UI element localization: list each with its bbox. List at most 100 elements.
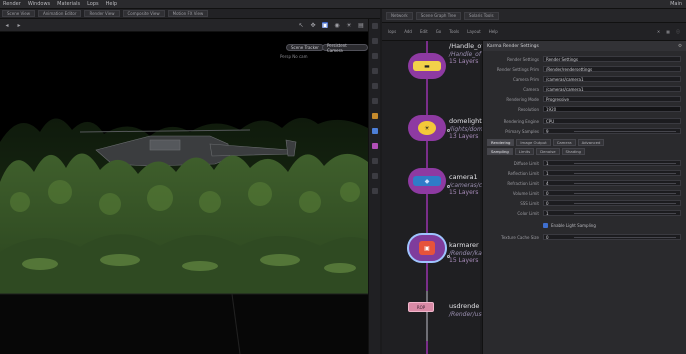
node-graph[interactable]: ▬ /Handle_of_z /Handle_of 15 Layers ☀ do… bbox=[382, 41, 496, 354]
param-slider[interactable]: 9 bbox=[543, 128, 681, 134]
grid-toggle-icon[interactable] bbox=[371, 83, 378, 89]
select-icon[interactable]: ↖ bbox=[298, 22, 304, 29]
param-slider[interactable]: 4 bbox=[543, 180, 681, 186]
display-options-icon[interactable] bbox=[371, 23, 378, 29]
camera-icon[interactable]: ◉ bbox=[334, 22, 340, 29]
param-row: Rendering Engine CPU bbox=[483, 117, 686, 125]
param-row: Camera Prim /cameras/camera1 bbox=[483, 75, 686, 83]
menu-help[interactable]: Help bbox=[106, 1, 117, 7]
node-wire-output bbox=[426, 291, 428, 341]
tab-scene-view[interactable]: Scene View bbox=[2, 10, 35, 17]
tab-advanced[interactable]: Advanced bbox=[577, 139, 605, 146]
node-domelight-name: domelight bbox=[449, 117, 482, 125]
tab-shading[interactable]: Shading bbox=[561, 148, 585, 155]
param-slider[interactable]: 0 bbox=[543, 234, 681, 240]
menu-render[interactable]: Render bbox=[3, 1, 21, 7]
param-field[interactable]: CPU bbox=[543, 118, 681, 124]
overlay-icon[interactable] bbox=[371, 188, 378, 194]
param-row: Color Limit 1 bbox=[483, 209, 686, 217]
shading-icon[interactable] bbox=[371, 38, 378, 44]
enable-light-sampling-checkbox[interactable] bbox=[543, 222, 548, 228]
menu-lops[interactable]: Lops bbox=[87, 1, 99, 7]
param-label: Rendering Mode bbox=[506, 96, 539, 102]
menu-help-network[interactable]: Help bbox=[489, 29, 498, 34]
param-field[interactable]: 1920 bbox=[543, 106, 681, 112]
scene-tracker-chip[interactable]: Scene Tracker bbox=[286, 44, 324, 51]
viewport-side-toolbar bbox=[368, 19, 380, 354]
transform-icon[interactable]: ✥ bbox=[310, 22, 316, 29]
menu-go[interactable]: Go bbox=[436, 29, 442, 34]
light-icon: ☀ bbox=[418, 121, 436, 135]
forward-arrow-icon[interactable]: ▸ bbox=[16, 22, 22, 29]
param-row: Diffuse Limit 1 bbox=[483, 159, 686, 167]
param-row: Texture Cache Size 0 bbox=[483, 233, 686, 241]
flipbook-icon[interactable] bbox=[371, 173, 378, 179]
gear-icon[interactable]: ⚙ bbox=[678, 44, 682, 49]
jungle-helicopter-render bbox=[0, 32, 368, 354]
param-dropdown[interactable]: Progressive bbox=[543, 96, 681, 102]
tab-sampling[interactable]: Sampling bbox=[487, 148, 513, 155]
menu-layout[interactable]: Layout bbox=[467, 29, 481, 34]
node-usd-context: /Render/usd bbox=[449, 310, 486, 318]
usd-node-badge: ROP bbox=[416, 304, 426, 310]
node-handle[interactable]: ▬ bbox=[408, 53, 446, 79]
param-field[interactable]: /cameras/camera1 bbox=[543, 86, 681, 92]
menu-edit[interactable]: Edit bbox=[420, 29, 428, 34]
tab-scene-graph-tree[interactable]: Scene Graph Tree bbox=[415, 11, 462, 20]
light-toggle-icon[interactable] bbox=[371, 113, 378, 119]
tab-animation-editor[interactable]: Animation Editor bbox=[37, 10, 82, 17]
param-label: SSS Limit bbox=[520, 200, 539, 206]
render-icon: ▣ bbox=[419, 241, 435, 255]
desktop-selector[interactable]: Main bbox=[670, 1, 682, 7]
scene-viewport[interactable]: Scene Tracker Persistent Camera Persp No… bbox=[0, 32, 368, 354]
tab-network[interactable]: Network bbox=[386, 11, 413, 20]
tab-denoise[interactable]: Denoise bbox=[536, 148, 560, 155]
param-slider[interactable]: 0 bbox=[543, 190, 681, 196]
info-icon[interactable]: ⓘ bbox=[676, 29, 680, 35]
param-label: Rendering Engine bbox=[503, 118, 539, 124]
light-icon[interactable]: ☀ bbox=[346, 22, 352, 29]
tab-composite-view[interactable]: Composite View bbox=[122, 10, 165, 17]
ghost-icon[interactable] bbox=[371, 68, 378, 74]
tab-rendering[interactable]: Rendering bbox=[487, 139, 515, 146]
param-row: Camera /cameras/camera1 bbox=[483, 85, 686, 93]
param-field[interactable]: /Render/rendersettings bbox=[543, 66, 681, 72]
node-camera1[interactable]: ◆ bbox=[408, 168, 446, 194]
camera-icon: ▬ bbox=[413, 61, 441, 71]
snapshot-icon[interactable] bbox=[371, 158, 378, 164]
node-usdrender[interactable]: ROP bbox=[408, 302, 434, 312]
param-field[interactable]: Render Settings bbox=[543, 56, 681, 62]
param-field[interactable]: /cameras/camera1 bbox=[543, 76, 681, 82]
tab-solaris-tools[interactable]: Solaris Tools bbox=[464, 11, 499, 20]
back-arrow-icon[interactable]: ◂ bbox=[4, 22, 10, 29]
pin-icon[interactable]: ✕ bbox=[657, 29, 660, 35]
tab-motion-fx[interactable]: Motion FX View bbox=[167, 10, 209, 17]
param-slider[interactable]: 1 bbox=[543, 170, 681, 176]
tab-camera[interactable]: Camera bbox=[552, 139, 576, 146]
persistent-camera-chip[interactable]: Persistent Camera bbox=[322, 43, 368, 53]
menu-tools[interactable]: Tools bbox=[449, 29, 459, 34]
param-slider[interactable]: 0 bbox=[543, 200, 681, 206]
lighting-icon[interactable] bbox=[371, 98, 378, 104]
grid-snap-icon[interactable]: ▦ bbox=[666, 29, 670, 35]
menu-windows[interactable]: Windows bbox=[28, 1, 50, 7]
render-region-icon[interactable] bbox=[371, 143, 378, 149]
param-label: Diffuse Limit bbox=[513, 160, 539, 166]
menu-add[interactable]: Add bbox=[404, 29, 412, 34]
param-label: Resolution bbox=[518, 106, 539, 112]
network-toolbar: lops Add Edit Go Tools Layout Help ✕ ▦ ⓘ bbox=[382, 23, 686, 41]
view-icon[interactable]: ▣ bbox=[322, 22, 328, 29]
menu-materials[interactable]: Materials bbox=[57, 1, 80, 7]
tab-render-view[interactable]: Render View bbox=[84, 10, 120, 17]
tab-limits[interactable]: Limits bbox=[514, 148, 535, 155]
camera-toggle-icon[interactable] bbox=[371, 128, 378, 134]
wireframe-icon[interactable] bbox=[371, 53, 378, 59]
param-slider[interactable]: 1 bbox=[543, 210, 681, 216]
display-icon[interactable]: ▤ bbox=[358, 22, 364, 29]
node-karmarender[interactable]: ▣ bbox=[407, 233, 447, 263]
network-path[interactable]: lops bbox=[388, 29, 396, 34]
tab-image-output[interactable]: Image Output bbox=[516, 139, 551, 146]
node-domelight[interactable]: ☀ bbox=[408, 115, 446, 141]
param-row: Enable Light Sampling bbox=[483, 221, 686, 229]
param-slider[interactable]: 1 bbox=[543, 160, 681, 166]
